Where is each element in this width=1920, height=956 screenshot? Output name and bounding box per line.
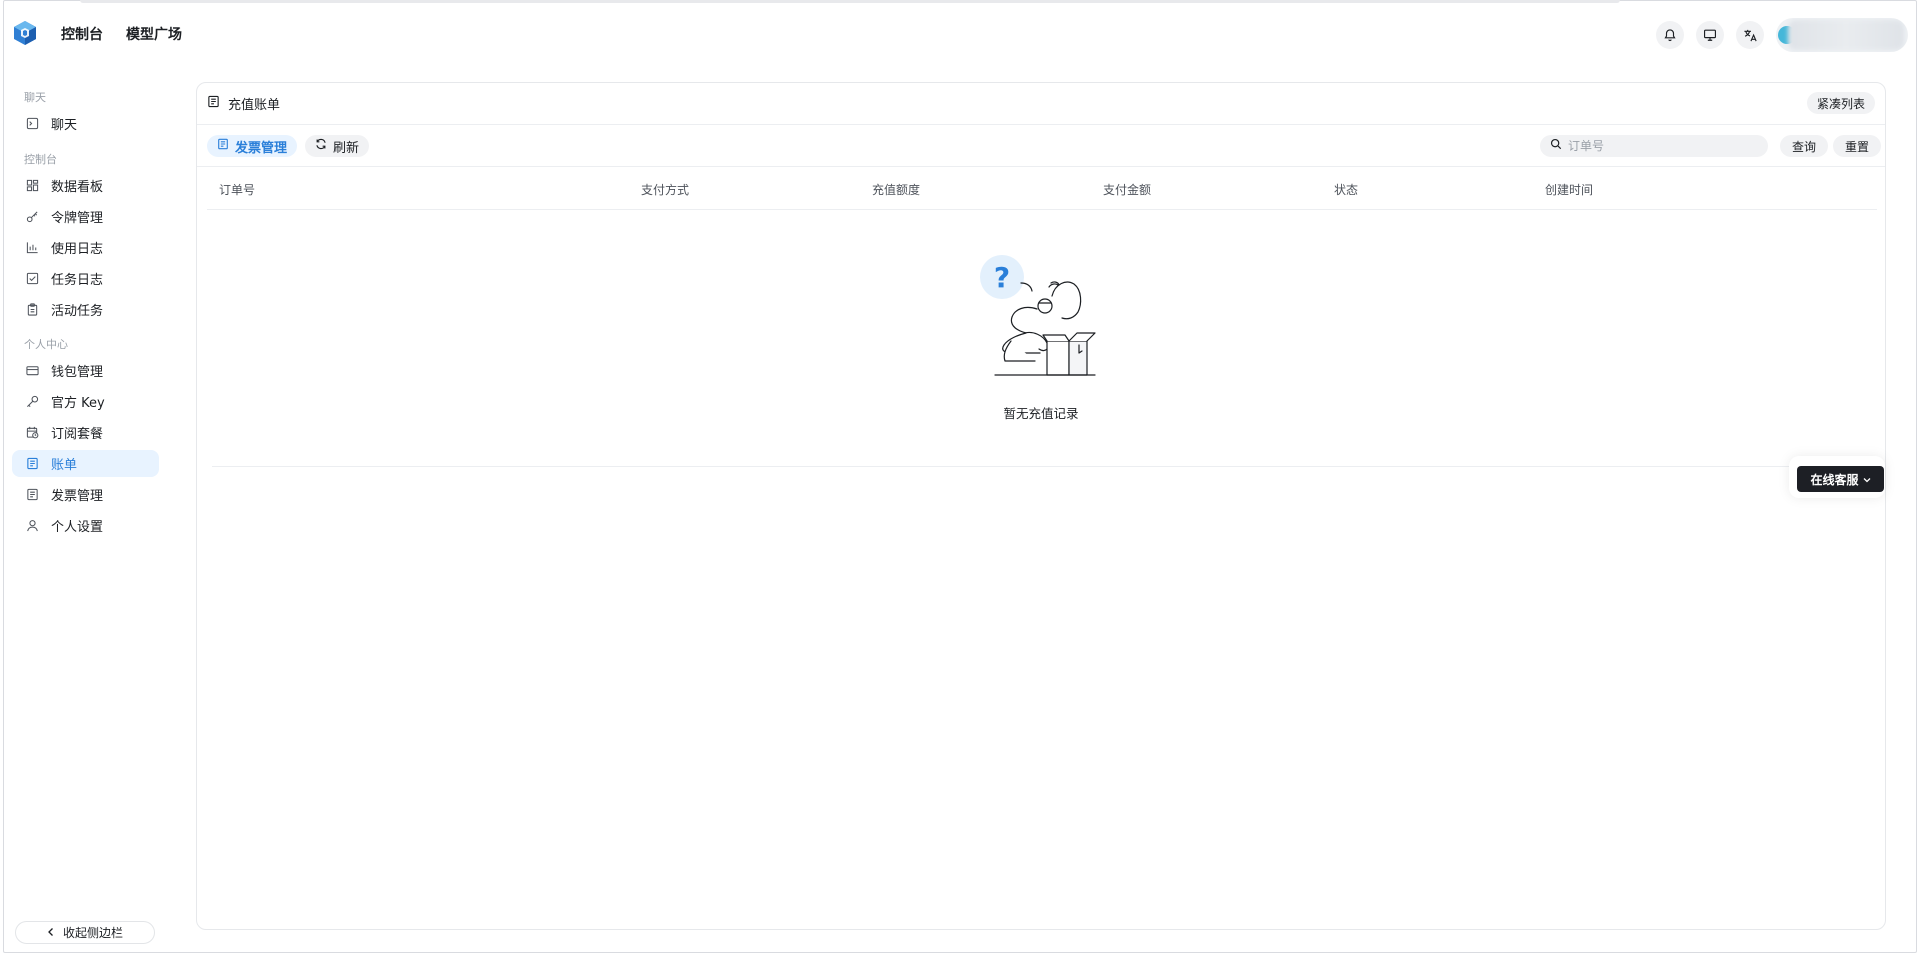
username-blurred — [1788, 20, 1904, 50]
column-header-status[interactable]: 状态 — [1334, 181, 1358, 198]
sidebar-item-label: 活动任务 — [51, 304, 104, 319]
support-panel: 在线客服 — [1789, 456, 1885, 498]
user-icon — [25, 519, 39, 533]
invoice-icon — [217, 138, 229, 154]
key-icon — [25, 210, 39, 224]
sidebar-item-label: 令牌管理 — [51, 211, 104, 226]
collapse-sidebar-button[interactable]: 收起侧边栏 — [15, 921, 155, 944]
sidebar-item-label: 个人设置 — [51, 520, 104, 535]
app-logo-icon[interactable] — [13, 20, 37, 46]
sidebar: 聊天 聊天 控制台 数据看板 令牌管理 使用日志 任务日志 活动任务 个人中心 … — [0, 66, 190, 953]
search-icon — [1550, 138, 1562, 154]
empty-state: ? 暂无充值记录 — [197, 253, 1885, 433]
sidebar-item-label: 钱包管理 — [51, 365, 104, 380]
sidebar-item-label: 发票管理 — [51, 489, 104, 504]
bell-icon[interactable] — [1656, 21, 1684, 49]
sidebar-item-task-log[interactable]: 任务日志 — [12, 265, 159, 292]
sidebar-item-invoice[interactable]: 发票管理 — [12, 481, 159, 508]
online-support-button[interactable]: 在线客服 — [1797, 466, 1884, 492]
sidebar-group-chat: 聊天 — [24, 91, 46, 104]
order-number-input[interactable] — [1568, 139, 1758, 153]
chevron-down-icon — [1863, 472, 1871, 486]
nav-model-plaza[interactable]: 模型广场 — [126, 24, 182, 44]
sidebar-item-wallet[interactable]: 钱包管理 — [12, 357, 159, 384]
toolbar: 发票管理 刷新 查询 重置 — [197, 125, 1885, 167]
sidebar-item-dashboard[interactable]: 数据看板 — [12, 172, 159, 199]
table-divider — [212, 466, 1872, 467]
monitor-icon[interactable] — [1696, 21, 1724, 49]
sidebar-item-token[interactable]: 令牌管理 — [12, 203, 159, 230]
top-header: 控制台 模型广场 — [0, 0, 1920, 66]
sidebar-item-label: 聊天 — [51, 118, 78, 133]
query-button[interactable]: 查询 — [1780, 135, 1829, 157]
online-support-label: 在线客服 — [1810, 472, 1859, 487]
invoice-icon — [25, 488, 39, 502]
compact-list-toggle[interactable]: 紧凑列表 — [1806, 92, 1875, 114]
user-avatar[interactable] — [1776, 18, 1908, 52]
column-header-order-no[interactable]: 订单号 — [219, 181, 255, 198]
sidebar-item-settings[interactable]: 个人设置 — [12, 512, 159, 539]
sidebar-item-activity-task[interactable]: 活动任务 — [12, 296, 159, 323]
bill-card: 充值账单 紧凑列表 发票管理 刷新 查询 重置 订单号 支付方式 充值额度 — [196, 82, 1886, 930]
sidebar-item-label: 官方 Key — [51, 396, 105, 411]
column-header-payment-amount[interactable]: 支付金额 — [1103, 181, 1151, 198]
translate-icon[interactable] — [1736, 21, 1764, 49]
sidebar-item-label: 任务日志 — [51, 273, 104, 288]
page-title-text: 充值账单 — [228, 98, 281, 113]
sidebar-item-label: 数据看板 — [51, 180, 104, 195]
order-search — [1540, 135, 1768, 157]
nav-console[interactable]: 控制台 — [61, 24, 103, 44]
sidebar-item-label: 使用日志 — [51, 242, 104, 257]
empty-state-text: 暂无充值记录 — [1003, 406, 1079, 421]
column-header-payment-method[interactable]: 支付方式 — [641, 181, 689, 198]
sidebar-group-console: 控制台 — [24, 153, 57, 166]
empty-illustration: ? — [975, 253, 1105, 383]
refresh-button[interactable]: 刷新 — [305, 135, 370, 157]
page-title: 充值账单 — [207, 94, 280, 113]
bar-chart-icon — [25, 241, 39, 255]
chat-icon — [25, 117, 39, 131]
svg-text:?: ? — [994, 261, 1010, 294]
wallet-icon — [25, 364, 39, 378]
reset-button[interactable]: 重置 — [1833, 135, 1882, 157]
dashboard-icon — [25, 179, 39, 193]
column-header-created-time[interactable]: 创建时间 — [1545, 181, 1593, 198]
bill-icon — [207, 95, 220, 112]
sidebar-item-bill[interactable]: 账单 — [12, 450, 159, 477]
sidebar-item-label: 订阅套餐 — [51, 427, 104, 442]
sidebar-item-chat[interactable]: 聊天 — [12, 110, 159, 137]
key-outline-icon — [25, 395, 39, 409]
sidebar-group-personal: 个人中心 — [24, 338, 68, 351]
column-header-recharge-amount[interactable]: 充值额度 — [872, 181, 920, 198]
sidebar-item-usage-log[interactable]: 使用日志 — [12, 234, 159, 261]
sidebar-item-label: 账单 — [51, 458, 78, 473]
sidebar-item-official-key[interactable]: 官方 Key — [12, 388, 159, 415]
sidebar-item-subscription[interactable]: 订阅套餐 — [12, 419, 159, 446]
collapse-sidebar-label: 收起侧边栏 — [62, 926, 123, 940]
invoice-management-button[interactable]: 发票管理 — [207, 135, 298, 157]
calendar-clock-icon — [25, 426, 39, 440]
invoice-management-label: 发票管理 — [235, 140, 288, 156]
clipboard-icon — [25, 303, 39, 317]
table-header: 订单号 支付方式 充值额度 支付金额 状态 创建时间 — [207, 167, 1877, 210]
card-header: 充值账单 紧凑列表 — [197, 83, 1885, 125]
refresh-icon — [315, 138, 327, 154]
checkbox-icon — [25, 272, 39, 286]
chevron-left-icon — [47, 926, 55, 940]
bill-icon — [25, 457, 39, 471]
refresh-label: 刷新 — [333, 140, 360, 156]
